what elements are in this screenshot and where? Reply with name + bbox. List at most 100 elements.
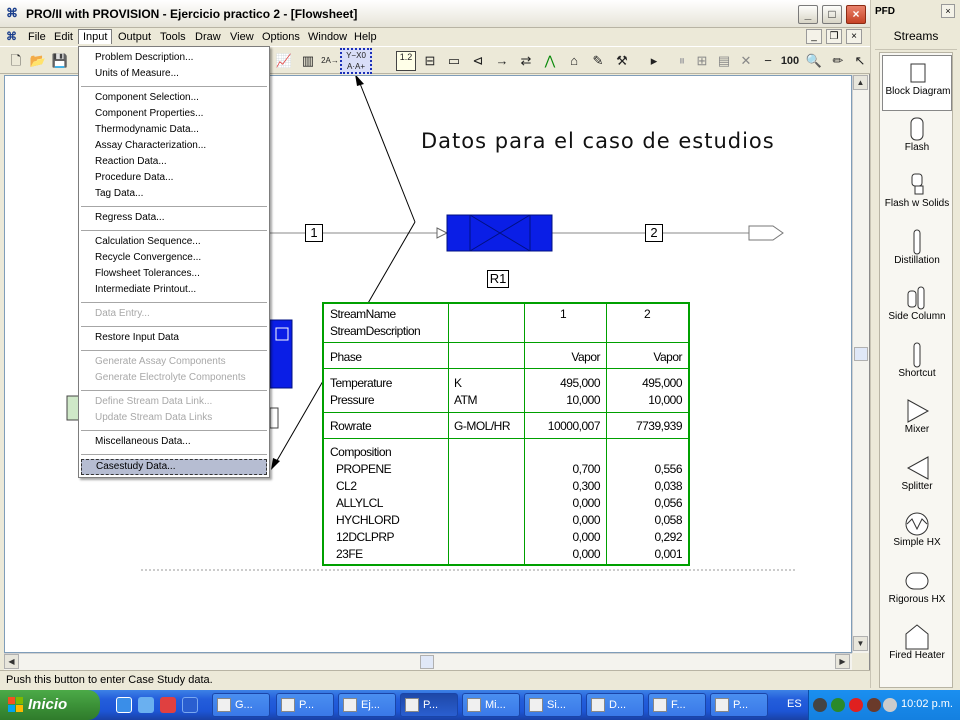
taskbar-task-button[interactable]: P... — [710, 693, 768, 717]
taskbar-task-button[interactable]: Ej... — [338, 693, 396, 717]
pfd-flash-button[interactable]: Flash — [882, 112, 952, 168]
document-system-icon[interactable]: ⌘ — [6, 30, 20, 44]
input-menu-define-stream-data-link[interactable]: Define Stream Data Link... — [95, 395, 265, 411]
input-menu-procedure-data[interactable]: Procedure Data... — [95, 171, 265, 187]
zoom-100-button[interactable]: 100 — [780, 51, 800, 71]
mdi-close-button[interactable]: × — [846, 29, 862, 44]
input-menu-tag-data[interactable]: Tag Data... — [95, 187, 265, 203]
pfd-side-column-button[interactable]: Side Column — [882, 281, 952, 337]
casestudy-data-button[interactable]: Y−X0 A·A+ — [340, 48, 372, 74]
input-menu-generate-assay-components[interactable]: Generate Assay Components — [95, 355, 265, 371]
taskbar-task-button[interactable]: Mi... — [462, 693, 520, 717]
pen-icon[interactable]: ✎ — [588, 51, 608, 71]
save-icon[interactable]: 💾 — [50, 51, 70, 71]
taskbar-task-button[interactable]: P... — [400, 693, 458, 717]
window-icon[interactable]: ▭ — [444, 51, 464, 71]
pfd-rigorous-hx-button[interactable]: Rigorous HX — [882, 564, 952, 620]
tray-icon-1[interactable] — [813, 698, 827, 712]
play-icon[interactable]: ▸ — [644, 51, 664, 71]
taskbar-task-button[interactable]: G... — [212, 693, 270, 717]
step-icon[interactable]: ⊞ — [692, 51, 712, 71]
plot-icon[interactable]: 📈 — [274, 51, 294, 71]
input-menu-data-entry[interactable]: Data Entry... — [95, 307, 265, 323]
scroll-right-icon[interactable]: ▶ — [835, 654, 850, 669]
arrow-stream-icon[interactable]: → — [492, 51, 512, 71]
open-folder-icon[interactable]: 📂 — [28, 51, 48, 71]
pro2-app-icon[interactable]: ⌘ — [6, 6, 22, 22]
vertical-scroll-thumb[interactable] — [854, 347, 868, 361]
menu-edit[interactable]: Edit — [50, 30, 77, 45]
pfd-fired-heater-button[interactable]: Fired Heater — [882, 620, 952, 676]
input-menu-reaction-data[interactable]: Reaction Data... — [95, 155, 265, 171]
close-button[interactable]: × — [846, 5, 866, 24]
input-menu-regress-data[interactable]: Regress Data... — [95, 211, 265, 227]
input-menu-generate-electrolyte-components[interactable]: Generate Electrolyte Components — [95, 371, 265, 387]
mdi-minimize-button[interactable]: _ — [806, 29, 822, 44]
pfd-distillation-button[interactable]: Distillation — [882, 225, 952, 281]
input-menu-intermediate-printout[interactable]: Intermediate Printout... — [95, 283, 265, 299]
mdi-restore-button[interactable]: ❐ — [826, 29, 842, 44]
title-bar[interactable]: ⌘ PRO/II with PROVISION - Ejercicio prac… — [0, 0, 870, 28]
menu-file[interactable]: File — [24, 30, 50, 45]
pause-icon[interactable]: ⏸ — [672, 51, 692, 71]
input-menu-units-of-measure[interactable]: Units of Measure... — [95, 67, 265, 83]
ie-icon[interactable] — [116, 697, 132, 713]
taskbar-task-button[interactable]: P... — [276, 693, 334, 717]
outlook-icon[interactable] — [138, 697, 154, 713]
arrow-select-icon[interactable]: ↖ — [850, 51, 870, 71]
input-menu-component-properties[interactable]: Component Properties... — [95, 107, 265, 123]
new-file-icon[interactable]: 🗋 — [6, 51, 26, 71]
input-menu-restore-input-data[interactable]: Restore Input Data — [95, 331, 265, 347]
zoom-icon[interactable]: 🔍 — [804, 51, 824, 71]
menu-output[interactable]: Output — [114, 30, 155, 45]
pfd-streams-button[interactable]: Streams — [875, 22, 957, 50]
horizontal-scroll-thumb[interactable] — [420, 655, 434, 669]
desktop-icon[interactable] — [182, 697, 198, 713]
input-menu-calculation-sequence[interactable]: Calculation Sequence... — [95, 235, 265, 251]
start-button[interactable]: Inicio — [0, 690, 100, 720]
horizontal-scrollbar[interactable]: ◀ ▶ — [4, 653, 852, 670]
stream-1-label[interactable]: 1 — [305, 224, 323, 242]
input-menu-assay-characterization[interactable]: Assay Characterization... — [95, 139, 265, 155]
units-button[interactable]: 2A→ — [320, 51, 340, 71]
menu-view[interactable]: View — [226, 30, 258, 45]
scroll-left-icon[interactable]: ◀ — [4, 654, 19, 669]
clock[interactable]: 10:02 p.m. — [901, 698, 953, 710]
taskbar-task-button[interactable]: F... — [648, 693, 706, 717]
menu-draw[interactable]: Draw — [191, 30, 225, 45]
input-menu-problem-description[interactable]: Problem Description... — [95, 51, 265, 67]
menu-tools[interactable]: Tools — [156, 30, 190, 45]
menu-input[interactable]: Input — [78, 29, 113, 44]
zoom-out-icon[interactable]: − — [758, 51, 778, 71]
report-icon[interactable]: ▤ — [714, 51, 734, 71]
input-menu-recycle-convergence[interactable]: Recycle Convergence... — [95, 251, 265, 267]
run-icon[interactable]: ⋀ — [540, 51, 560, 71]
tray-icon-4[interactable] — [867, 698, 881, 712]
delete-icon[interactable]: ✕ — [736, 51, 756, 71]
menu-help[interactable]: Help — [350, 30, 381, 45]
menu-window[interactable]: Window — [304, 30, 351, 45]
pfd-flash-w-solids-button[interactable]: Flash w Solids — [882, 168, 952, 224]
pfd-mixer-button[interactable]: Mixer — [882, 394, 952, 450]
tray-network-icon[interactable] — [883, 698, 897, 712]
tray-user-icon[interactable] — [831, 698, 845, 712]
tools-icon[interactable]: ⚒ — [612, 51, 632, 71]
stream-2-label[interactable]: 2 — [645, 224, 663, 242]
tray-k-icon[interactable] — [849, 698, 863, 712]
stream-property-table[interactable]: StreamName 1 2 StreamDescription Phase V… — [322, 302, 690, 566]
input-menu-flowsheet-tolerances[interactable]: Flowsheet Tolerances... — [95, 267, 265, 283]
input-menu-component-selection[interactable]: Component Selection... — [95, 91, 265, 107]
thermo-icon[interactable]: ⊟ — [420, 51, 440, 71]
menu-options[interactable]: Options — [258, 30, 304, 45]
input-menu-casestudy-data[interactable]: Casestudy Data... — [81, 459, 267, 475]
maximize-button[interactable]: □ — [822, 5, 842, 24]
pfd-simple-hx-button[interactable]: Simple HX — [882, 507, 952, 563]
taskbar-task-button[interactable]: Si... — [524, 693, 582, 717]
unit-label-r1[interactable]: R1 — [487, 270, 509, 288]
stream-icon[interactable]: ⊲ — [468, 51, 488, 71]
input-menu-update-stream-data-links[interactable]: Update Stream Data Links — [95, 411, 265, 427]
minimize-button[interactable]: _ — [798, 5, 818, 24]
pfd-block-diagram-button[interactable]: Block Diagram — [882, 55, 952, 111]
language-indicator[interactable]: ES — [787, 698, 802, 710]
tag-icon[interactable]: ⌂ — [564, 51, 584, 71]
